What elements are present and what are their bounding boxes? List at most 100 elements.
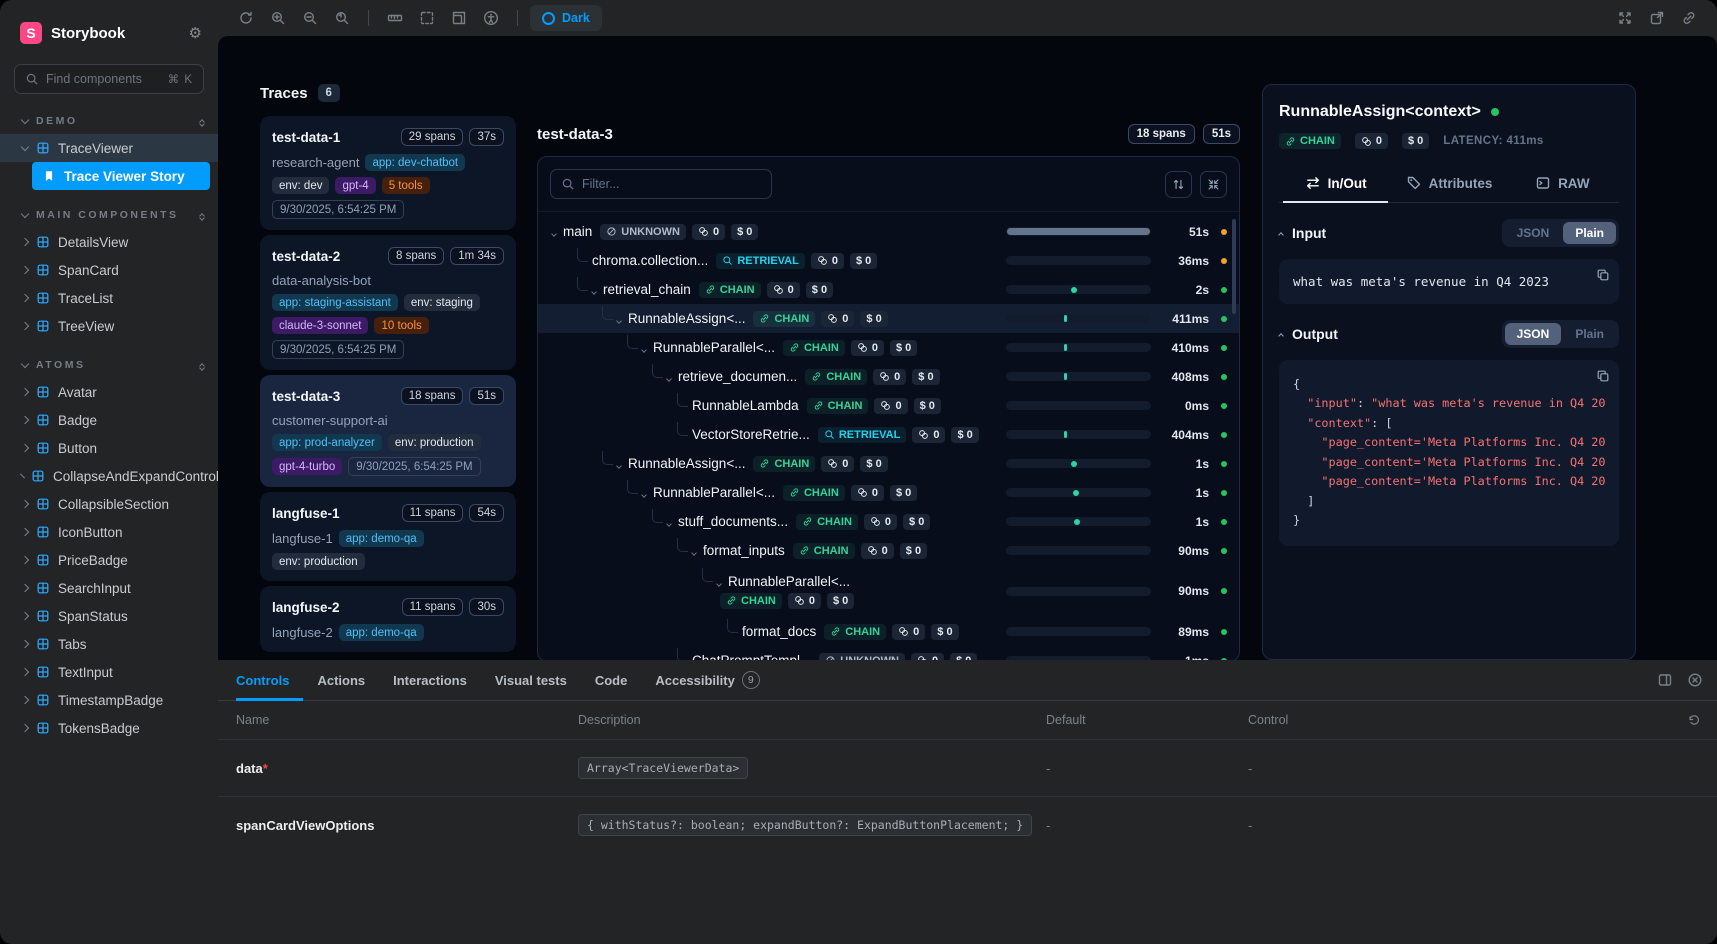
details-tab-inout[interactable]: In/Out [1279, 165, 1392, 202]
span-chevron-icon[interactable] [692, 543, 696, 558]
span-chevron-icon[interactable] [552, 224, 556, 239]
toolbar-zoomreset-button[interactable] [328, 5, 356, 31]
addons-tab-visual-tests[interactable]: Visual tests [481, 660, 581, 700]
trace-card-test-data-2[interactable]: test-data-28 spans1m 34sdata-analysis-bo… [260, 235, 516, 370]
sidebar-section-atoms[interactable]: ATOMS [0, 352, 218, 378]
addons-tab-interactions[interactable]: Interactions [379, 660, 481, 700]
span-row-format-inputs[interactable]: format_inputsCHAIN0$ 090ms [538, 536, 1239, 565]
format-option-json[interactable]: JSON [1505, 222, 1562, 244]
settings-gear-icon[interactable]: ⚙ [189, 24, 202, 42]
sidebar-item-traceviewer[interactable]: TraceViewer [0, 134, 218, 162]
span-row-stuff-documents-[interactable]: stuff_documents...CHAIN0$ 01s [538, 507, 1239, 536]
span-chevron-icon[interactable] [592, 282, 596, 297]
sidebar-item-searchinput[interactable]: SearchInput [0, 574, 218, 602]
collapse-all-button[interactable] [1200, 171, 1227, 198]
span-row-format-docs[interactable]: format_docsCHAIN0$ 089ms [538, 617, 1239, 646]
sidebar-item-detailsview[interactable]: DetailsView [0, 228, 218, 256]
span-chevron-icon[interactable] [667, 514, 671, 529]
sidebar-item-button[interactable]: Button [0, 434, 218, 462]
span-row-runnableparallel-[interactable]: RunnableParallel<...CHAIN0$ 090ms [538, 565, 1239, 617]
brand-row: S Storybook ⚙ [0, 18, 218, 48]
reset-controls-button[interactable] [1671, 713, 1717, 727]
toolbar-a11y-button[interactable] [477, 5, 505, 31]
span-row-chatprompttempl-[interactable]: ChatPromptTempl...UNKNOWN0$ 01ms [538, 646, 1239, 660]
sidebar-section-main-components[interactable]: MAIN COMPONENTS [0, 202, 218, 228]
collapse-expand-control-icon[interactable] [200, 361, 204, 370]
span-chevron-icon[interactable] [617, 311, 621, 326]
span-row-runnableparallel-[interactable]: RunnableParallel<...CHAIN0$ 0410ms [538, 333, 1239, 362]
addons-tab-accessibility[interactable]: Accessibility9 [641, 660, 774, 700]
span-row-runnablelambda[interactable]: RunnableLambdaCHAIN0$ 00ms [538, 391, 1239, 420]
story-item-trace-viewer-story[interactable]: Trace Viewer Story [32, 162, 210, 190]
sidebar-item-spancard[interactable]: SpanCard [0, 256, 218, 284]
sidebar-item-badge[interactable]: Badge [0, 406, 218, 434]
sidebar-section-demo[interactable]: DEMO [0, 108, 218, 134]
span-row-vectorstoreretrie-[interactable]: VectorStoreRetrie...RETRIEVAL0$ 0404ms [538, 420, 1239, 449]
sidebar-item-collapseandexpandcontrol[interactable]: CollapseAndExpandControl [0, 462, 218, 490]
trace-card-test-data-3[interactable]: test-data-318 spans51scustomer-support-a… [260, 375, 516, 487]
span-row-chroma-collection-[interactable]: chroma.collection...RETRIEVAL0$ 036ms [538, 246, 1239, 275]
toolbar-link-button[interactable] [1675, 5, 1703, 31]
toolbar-outline-button[interactable] [413, 5, 441, 31]
copy-input-icon[interactable] [1596, 268, 1610, 282]
search-input[interactable]: Find components ⌘ K [14, 64, 204, 94]
span-row-retrieve-documen-[interactable]: retrieve_documen...CHAIN0$ 0408ms [538, 362, 1239, 391]
theme-toggle[interactable]: Dark [530, 5, 602, 31]
span-row-retrieval-chain[interactable]: retrieval_chainCHAIN0$ 02s [538, 275, 1239, 304]
copy-output-icon[interactable] [1596, 369, 1610, 383]
toolbar-zoomout-button[interactable] [296, 5, 324, 31]
sidebar-item-avatar[interactable]: Avatar [0, 378, 218, 406]
span-row-runnableparallel-[interactable]: RunnableParallel<...CHAIN0$ 01s [538, 478, 1239, 507]
addons-tab-code[interactable]: Code [581, 660, 642, 700]
span-chevron-icon[interactable] [642, 340, 646, 355]
sidebar-item-tracelist[interactable]: TraceList [0, 284, 218, 312]
details-tab-attributes[interactable]: Attributes [1392, 165, 1505, 202]
trace-card-test-data-1[interactable]: test-data-129 spans37sresearch-agentapp:… [260, 116, 516, 230]
sidebar-item-spanstatus[interactable]: SpanStatus [0, 602, 218, 630]
span-chevron-icon[interactable] [717, 574, 721, 589]
sort-spans-button[interactable] [1165, 171, 1192, 198]
sidebar-item-collapsiblesection[interactable]: CollapsibleSection [0, 490, 218, 518]
span-chevron-icon[interactable] [617, 456, 621, 471]
toolbar-external-button[interactable] [1643, 5, 1671, 31]
trace-card-langfuse-1[interactable]: langfuse-111 spans54slangfuse-1app: demo… [260, 492, 516, 581]
sidebar-item-treeview[interactable]: TreeView [0, 312, 218, 340]
filter-input[interactable]: Filter... [550, 169, 772, 199]
format-option-json[interactable]: JSON [1505, 323, 1562, 345]
sidebar-item-timestampbadge[interactable]: TimestampBadge [0, 686, 218, 714]
details-tab-raw[interactable]: RAW [1506, 165, 1619, 202]
output-collapse-icon[interactable] [1278, 333, 1284, 339]
span-chevron-icon[interactable] [667, 369, 671, 384]
toolbar-sync-button[interactable] [232, 5, 260, 31]
sidebar-item-iconbutton[interactable]: IconButton [0, 518, 218, 546]
copy-icon[interactable] [1596, 268, 1610, 282]
span-row-runnableassign-[interactable]: RunnableAssign<...CHAIN0$ 0411ms [538, 304, 1239, 333]
addons-tab-controls[interactable]: Controls [236, 660, 303, 700]
input-content: what was meta's revenue in Q4 2023 [1293, 274, 1549, 289]
span-chevron-icon[interactable] [642, 485, 646, 500]
span-row-runnableassign-[interactable]: RunnableAssign<...CHAIN0$ 01s [538, 449, 1239, 478]
timeline-bar [1006, 401, 1151, 410]
toolbar-grow-button[interactable] [445, 5, 473, 31]
toolbar-ruler-button[interactable] [381, 5, 409, 31]
copy-icon[interactable] [1596, 369, 1610, 383]
collapse-expand-control-icon[interactable] [200, 117, 204, 126]
sidebar-item-tabs[interactable]: Tabs [0, 630, 218, 658]
span-row-main[interactable]: mainUNKNOWN0$ 051s [538, 217, 1239, 246]
sidebar-item-textinput[interactable]: TextInput [0, 658, 218, 686]
sidebar-item-tokensbadge[interactable]: TokensBadge [0, 714, 218, 742]
close-panel-button[interactable] [1687, 672, 1703, 688]
collapse-expand-control-icon[interactable] [200, 211, 204, 220]
toolbar-fullscreen-button[interactable] [1611, 5, 1639, 31]
format-option-plain[interactable]: Plain [1563, 222, 1616, 244]
input-collapse-icon[interactable] [1278, 232, 1284, 238]
format-option-plain[interactable]: Plain [1563, 323, 1616, 345]
sidebar-item-pricebadge[interactable]: PriceBadge [0, 546, 218, 574]
toolbar-zoomin-button[interactable] [264, 5, 292, 31]
tree-scrollbar[interactable] [1232, 219, 1236, 314]
trace-card-title-row: langfuse-111 spans54s [272, 504, 504, 522]
panel-position-button[interactable] [1657, 672, 1673, 688]
addons-tab-actions[interactable]: Actions [303, 660, 379, 700]
trace-card-langfuse-2[interactable]: langfuse-211 spans30slangfuse-2app: demo… [260, 586, 516, 652]
component-icon [36, 497, 50, 511]
